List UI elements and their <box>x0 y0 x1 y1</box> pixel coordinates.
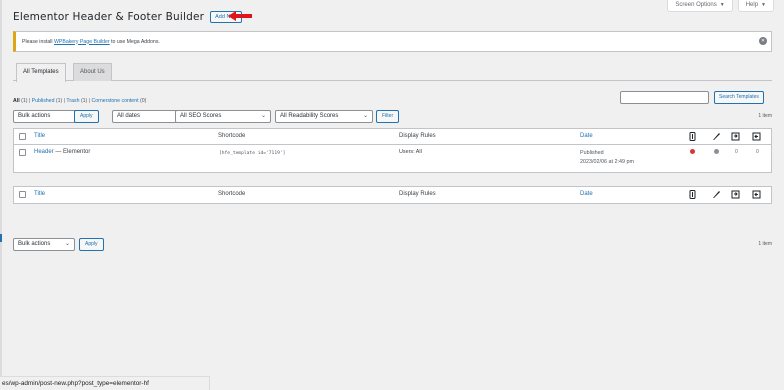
column-title-header[interactable]: Title <box>34 133 45 139</box>
screen-options-button[interactable]: Screen Options ▼ <box>667 0 733 12</box>
admin-sidebar-edge <box>0 0 2 390</box>
search-templates-button[interactable]: Search Templates <box>714 91 764 104</box>
seo-score-select[interactable]: All SEO Scores ⌄ <box>175 110 271 123</box>
column-date-footer[interactable]: Date <box>580 191 593 197</box>
items-count: 1 item <box>758 113 772 119</box>
select-all-checkbox-footer[interactable] <box>19 191 26 198</box>
templates-table: Title Shortcode Display Rules Date Heade… <box>13 128 772 173</box>
template-display-rules: Users: All <box>399 149 422 155</box>
filter-cornerstone-link[interactable]: Cornerstone content <box>92 98 139 104</box>
column-display-rules-header: Display Rules <box>399 133 436 139</box>
template-title-link[interactable]: Header <box>34 149 54 155</box>
apply-button[interactable]: Apply <box>74 110 99 123</box>
admin-menu-current-marker <box>0 234 2 242</box>
items-count-bottom: 1 item <box>758 241 772 247</box>
template-shortcode: [hfe_template id='7119'] <box>219 151 286 156</box>
status-filter-links: All (1) | Published (1) | Trash (1) | Co… <box>13 98 147 104</box>
readability-column-icon[interactable] <box>712 190 721 199</box>
filter-published-link[interactable]: Published <box>32 98 55 104</box>
column-date-header[interactable]: Date <box>580 133 593 139</box>
table-row: Header — Elementor [hfe_template id='711… <box>14 145 771 172</box>
chevron-down-icon: ⌄ <box>64 241 70 247</box>
seo-score-column-icon[interactable] <box>688 132 697 141</box>
templates-table-footer: Title Shortcode Display Rules Date <box>13 186 772 204</box>
apply-button-bottom[interactable]: Apply <box>79 238 104 251</box>
column-title-footer[interactable]: Title <box>34 191 45 197</box>
chevron-down-icon: ⌄ <box>362 113 368 119</box>
dismiss-notice-icon[interactable]: ✕ <box>759 37 767 45</box>
row-title: Header — Elementor <box>34 149 91 155</box>
column-shortcode-header: Shortcode <box>218 133 246 139</box>
search-input[interactable] <box>620 91 709 104</box>
filter-trash-link[interactable]: Trash <box>66 98 79 104</box>
page-title: Elementor Header & Footer Builder <box>13 11 205 23</box>
readability-score-dot <box>714 149 719 154</box>
seo-score-dot <box>690 149 695 154</box>
column-display-rules-footer: Display Rules <box>399 191 436 197</box>
incoming-links-column-icon[interactable] <box>752 190 761 199</box>
screen-meta-links: Screen Options ▼ Help ▼ <box>667 0 774 12</box>
incoming-links-count: 0 <box>756 149 759 155</box>
filter-all-link[interactable]: All <box>13 98 20 104</box>
tab-about-us[interactable]: About Us <box>73 63 112 81</box>
readability-score-select[interactable]: All Readability Scores ⌄ <box>275 110 373 123</box>
seo-score-column-icon[interactable] <box>688 190 697 199</box>
notice-text: Please install WPBakery Page Builder to … <box>22 38 160 45</box>
browser-status-bar: es/wp-admin/post-new.php?post_type=eleme… <box>0 376 210 390</box>
page-heading: Elementor Header & Footer Builder Add Ne… <box>13 11 243 23</box>
select-all-checkbox[interactable] <box>19 133 26 140</box>
admin-notice: Please install WPBakery Page Builder to … <box>13 31 772 52</box>
tablenav-bottom: Bulk actions ⌄ Apply 1 item <box>13 238 772 252</box>
caret-down-icon: ▼ <box>761 2 766 8</box>
internal-links-count: 0 <box>735 149 738 155</box>
help-button[interactable]: Help ▼ <box>737 0 774 12</box>
chevron-down-icon: ⌄ <box>260 113 266 119</box>
caret-down-icon: ▼ <box>719 2 725 8</box>
table-footer: Title Shortcode Display Rules Date <box>14 187 771 203</box>
incoming-links-column-icon[interactable] <box>752 132 761 141</box>
row-checkbox[interactable] <box>19 149 26 156</box>
filter-button[interactable]: Filter <box>376 110 400 123</box>
search-box: Search Templates <box>620 91 764 104</box>
tab-all-templates[interactable]: All Templates <box>16 63 66 82</box>
bulk-actions-select-bottom[interactable]: Bulk actions ⌄ <box>13 238 75 251</box>
tablenav-top: Bulk actions⌄ Apply All dates⌄ All SEO S… <box>13 110 772 124</box>
table-header: Title Shortcode Display Rules Date <box>14 129 771 145</box>
column-shortcode-footer: Shortcode <box>218 191 246 197</box>
readability-column-icon[interactable] <box>712 132 721 141</box>
nav-tabs: All Templates About Us <box>13 63 772 82</box>
red-arrow-annotation-icon <box>228 11 252 21</box>
internal-links-column-icon[interactable] <box>731 190 740 199</box>
wpbakery-link[interactable]: WPBakery Page Builder <box>54 39 110 45</box>
template-date: Published 2023/02/06 at 2:49 pm <box>580 150 634 165</box>
internal-links-column-icon[interactable] <box>731 132 740 141</box>
